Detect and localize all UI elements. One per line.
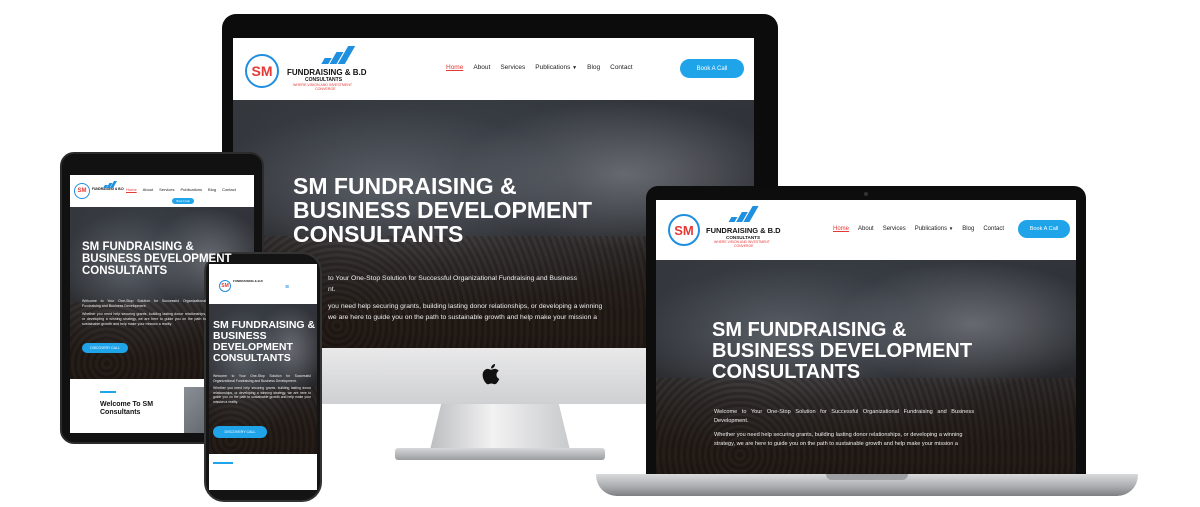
nav-services[interactable]: Services bbox=[500, 64, 525, 71]
hero-title-3: CONSULTANTS bbox=[82, 265, 168, 278]
laptop-notch bbox=[826, 474, 908, 480]
laptop-menu: Home About Services Publications ▼ Blog … bbox=[833, 226, 1004, 232]
chevron-down-icon: ▼ bbox=[572, 65, 578, 71]
nav-services[interactable]: Services bbox=[883, 226, 906, 232]
nav-home[interactable]: Home bbox=[833, 226, 849, 232]
hero-para1: Welcome to Your One-Stop Solution for Su… bbox=[714, 409, 974, 424]
logo-monogram-text: SM bbox=[77, 188, 87, 194]
tablet-hero-text: Welcome to Your One-Stop Solution for Su… bbox=[82, 299, 206, 327]
laptop-logo[interactable]: SM FUNDRAISING & B.D CONSULTANTS WHERE V… bbox=[668, 204, 798, 256]
hero-title-3: CONSULTANTS bbox=[712, 361, 861, 383]
hero-title-2: BUSINESS DEVELOPMENT bbox=[82, 253, 232, 266]
hero-title-1: SM FUNDRAISING & bbox=[82, 241, 194, 253]
hero-title-3: CONSULTANTS bbox=[213, 352, 291, 365]
welcome-line-2: Consultants bbox=[100, 409, 141, 416]
nav-publications[interactable]: Publications bbox=[180, 187, 202, 192]
imac-hero-title: SM FUNDRAISING & BUSINESS DEVELOPMENT CO… bbox=[293, 173, 593, 248]
imac-stand-base bbox=[395, 448, 605, 460]
hero-para1-b: nt. bbox=[328, 286, 336, 293]
hero-title-1: SM FUNDRAISING & bbox=[293, 173, 517, 199]
logo-monogram-text: SM bbox=[674, 222, 694, 238]
hero-title-2: BUSINESS DEVELOPMENT bbox=[213, 330, 293, 354]
nav-publications-label: Publications bbox=[914, 226, 948, 232]
discovery-call-button[interactable]: DISCOVERY CALL bbox=[82, 343, 128, 353]
hero-para2: Whether you need help securing grants, b… bbox=[213, 386, 311, 404]
hero-title-2: BUSINESS DEVELOPMENT bbox=[293, 197, 593, 224]
tablet-hero-title: SM FUNDRAISING & BUSINESS DEVELOPMENT CO… bbox=[82, 241, 232, 277]
logo-bars-icon bbox=[728, 206, 759, 222]
tablet-navbar: SM FUNDRAISING & B.D Home About Services… bbox=[70, 175, 254, 207]
hero-para2: Whether you need help securing grants, b… bbox=[82, 312, 206, 326]
laptop-hero-title: SM FUNDRAISING & BUSINESS DEVELOPMENT CO… bbox=[712, 320, 972, 383]
logo-monogram-text: SM bbox=[221, 283, 229, 289]
logo-monogram-icon: SM bbox=[668, 214, 700, 246]
brand-name: FUNDRAISING & B.D bbox=[706, 226, 781, 235]
phone-logo[interactable]: SM FUNDRAISING & B.D bbox=[219, 276, 269, 296]
section-divider bbox=[100, 391, 116, 393]
logo-monogram-icon: SM bbox=[245, 54, 279, 88]
nav-blog[interactable]: Blog bbox=[208, 187, 216, 192]
phone-hero: SM FUNDRAISING & BUSINESS DEVELOPMENT CO… bbox=[209, 304, 317, 454]
nav-publications-label: Publications bbox=[535, 64, 571, 71]
hamburger-menu-icon[interactable]: ≡ bbox=[285, 284, 289, 291]
book-call-button[interactable]: Book A Call bbox=[172, 198, 194, 204]
phone-hero-text: Welcome to Your One-Stop Solution for Su… bbox=[213, 374, 311, 405]
hero-para1: Welcome to Your One-Stop Solution for Su… bbox=[213, 374, 311, 383]
chevron-down-icon: ▼ bbox=[948, 226, 954, 231]
imac-menu: Home About Services Publications ▼ Blog … bbox=[446, 64, 633, 71]
nav-about[interactable]: About bbox=[473, 64, 490, 71]
book-call-button[interactable]: Book A Call bbox=[1018, 220, 1070, 238]
nav-publications[interactable]: Publications ▼ bbox=[915, 226, 954, 232]
phone-hero-title: SM FUNDRAISING & BUSINESS DEVELOPMENT CO… bbox=[213, 319, 317, 365]
apple-logo-icon bbox=[482, 364, 500, 385]
welcome-line-1: Welcome To SM bbox=[100, 401, 154, 408]
brand-name: FUNDRAISING & B.D bbox=[287, 68, 367, 77]
nav-about[interactable]: About bbox=[143, 187, 153, 192]
hero-para1: Welcome to Your One-Stop Solution for Su… bbox=[82, 299, 206, 308]
tablet-logo[interactable]: SM FUNDRAISING & B.D bbox=[74, 179, 124, 203]
logo-monogram-text: SM bbox=[251, 63, 273, 79]
hero-para2-b: we are here to guide you on the path to … bbox=[328, 314, 598, 321]
laptop-camera bbox=[864, 192, 868, 196]
logo-monogram-icon: SM bbox=[219, 280, 231, 292]
hero-para2-a: Whether you need help securing grants, b… bbox=[714, 432, 963, 438]
nav-contact[interactable]: Contact bbox=[610, 64, 632, 71]
brand-name: FUNDRAISING & B.D bbox=[233, 279, 263, 283]
hero-title-1: SM FUNDRAISING & bbox=[712, 319, 907, 341]
nav-contact[interactable]: Contact bbox=[983, 226, 1004, 232]
mockup-stage: SM FUNDRAISING & B.D CONSULTANTS WHERE V… bbox=[0, 0, 1200, 507]
hero-para2-a: you need help securing grants, building … bbox=[328, 303, 603, 310]
laptop-screen: SM FUNDRAISING & B.D CONSULTANTS WHERE V… bbox=[656, 200, 1076, 474]
nav-services[interactable]: Services bbox=[159, 187, 174, 192]
tablet-menu: Home About Services Publications Blog Co… bbox=[126, 187, 236, 192]
hero-title-3: CONSULTANTS bbox=[293, 221, 464, 248]
nav-contact[interactable]: Contact bbox=[222, 187, 236, 192]
laptop-hero-text: Welcome to Your One-Stop Solution for Su… bbox=[714, 408, 974, 449]
hero-para2-b: strategy, we are here to guide you on th… bbox=[714, 441, 958, 447]
imac-stand bbox=[430, 404, 570, 450]
brand-tagline-2: CONVERGE bbox=[315, 87, 336, 91]
imac-logo[interactable]: SM FUNDRAISING & B.D CONSULTANTS WHERE V… bbox=[245, 46, 375, 96]
discovery-call-button[interactable]: DISCOVERY CALL bbox=[213, 426, 267, 438]
brand-tagline-2: CONVERGE bbox=[734, 244, 754, 248]
book-call-button[interactable]: Book A Call bbox=[680, 59, 744, 78]
nav-home[interactable]: Home bbox=[126, 187, 137, 192]
nav-blog[interactable]: Blog bbox=[587, 64, 600, 71]
welcome-title: Welcome To SM Consultants bbox=[100, 401, 153, 417]
logo-bars-icon bbox=[103, 181, 118, 188]
logo-bars-icon bbox=[321, 46, 356, 64]
phone-screen: SM FUNDRAISING & B.D ≡ SM FUNDRAISING & … bbox=[209, 264, 317, 490]
imac-navbar: SM FUNDRAISING & B.D CONSULTANTS WHERE V… bbox=[233, 38, 754, 100]
logo-monogram-icon: SM bbox=[74, 183, 90, 199]
imac-hero-text: to Your One-Stop Solution for Successful… bbox=[328, 273, 624, 323]
hero-para1-a: to Your One-Stop Solution for Successful… bbox=[328, 275, 577, 282]
nav-publications[interactable]: Publications ▼ bbox=[535, 64, 577, 71]
nav-about[interactable]: About bbox=[858, 226, 874, 232]
laptop-navbar: SM FUNDRAISING & B.D CONSULTANTS WHERE V… bbox=[656, 200, 1076, 260]
section-divider bbox=[213, 462, 233, 464]
hero-title-2: BUSINESS DEVELOPMENT bbox=[712, 340, 973, 362]
nav-home[interactable]: Home bbox=[446, 64, 463, 71]
nav-blog[interactable]: Blog bbox=[962, 226, 974, 232]
laptop-hero: SM FUNDRAISING & BUSINESS DEVELOPMENT CO… bbox=[656, 260, 1076, 474]
